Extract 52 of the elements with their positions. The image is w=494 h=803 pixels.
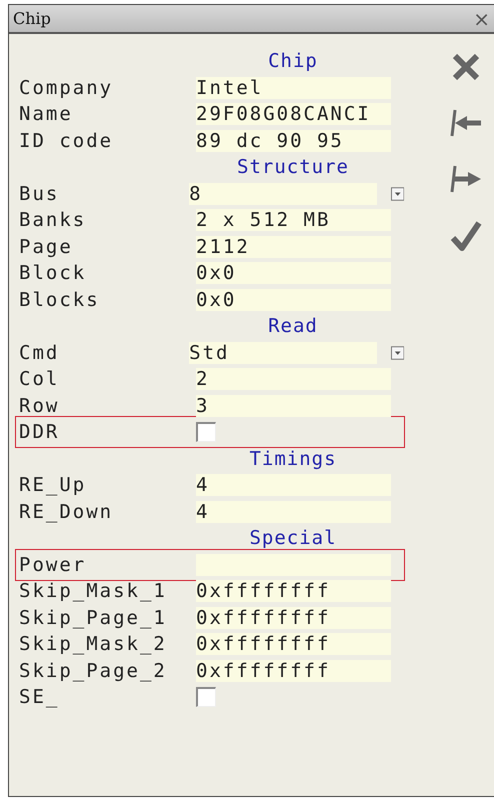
input-field[interactable]: 29F08G08CANCI (196, 103, 391, 126)
section-heading: Special (249, 527, 337, 550)
field-label: Skip_Page_2 (19, 660, 168, 682)
window-title: Chip (13, 9, 51, 28)
checkbox[interactable] (196, 687, 216, 708)
field-label: Power (19, 554, 88, 576)
field-label: Page (19, 236, 74, 258)
arrow-left-to-bar-icon[interactable] (449, 108, 483, 138)
field-label: Bus (19, 182, 60, 205)
section-heading: Timings (249, 448, 337, 470)
field-label: DDR (19, 421, 60, 443)
section-heading: Chip (268, 50, 318, 72)
input-field[interactable]: Std (189, 342, 377, 364)
input-field[interactable]: 0xffffffff (196, 660, 391, 682)
input-field[interactable]: 4 (196, 474, 391, 496)
field-label: ID code (19, 130, 114, 152)
dropdown-icon[interactable] (390, 186, 404, 201)
input-field[interactable]: 8 (189, 182, 377, 205)
field-label: Skip_Mask_1 (19, 580, 168, 602)
field-label: Blocks (19, 288, 101, 311)
input-field[interactable]: 3 (196, 394, 391, 417)
field-label: Col (19, 368, 60, 390)
section-heading: Read (268, 315, 318, 338)
field-label: Cmd (19, 342, 60, 364)
close-button[interactable]: × (469, 6, 494, 30)
field-label: RE_Up (19, 474, 88, 496)
input-field[interactable]: 2 (196, 368, 391, 390)
input-field[interactable]: 89 dc 90 95 (196, 130, 391, 152)
field-label: Row (19, 394, 60, 417)
field-label: Name (19, 103, 74, 126)
section-heading: Structure (237, 156, 349, 178)
checkmark-icon[interactable] (450, 220, 482, 252)
input-field[interactable]: 0x0 (196, 262, 391, 284)
field-label: Block (19, 262, 88, 284)
input-field[interactable]: Intel (196, 76, 391, 99)
field-label: Banks (19, 209, 88, 232)
field-label: Company (19, 76, 114, 99)
close-icon[interactable] (451, 52, 481, 82)
input-field[interactable]: 0xffffffff (196, 606, 391, 629)
input-field[interactable]: 2112 (196, 236, 391, 258)
checkbox[interactable] (196, 422, 216, 442)
input-field[interactable]: 0xffffffff (196, 580, 391, 602)
arrow-right-from-bar-icon[interactable] (449, 164, 483, 194)
input-field[interactable]: 0xffffffff (196, 633, 391, 656)
field-label: SE_ (19, 686, 60, 708)
field-label: Skip_Mask_2 (19, 633, 168, 656)
input-field[interactable]: 2 x 512 MB (196, 209, 391, 232)
input-field[interactable]: 4 (196, 500, 391, 523)
dropdown-icon[interactable] (390, 346, 404, 360)
field-label: RE_Down (19, 500, 114, 523)
input-field[interactable]: 0x0 (196, 288, 391, 311)
field-label: Skip_Page_1 (19, 606, 168, 629)
